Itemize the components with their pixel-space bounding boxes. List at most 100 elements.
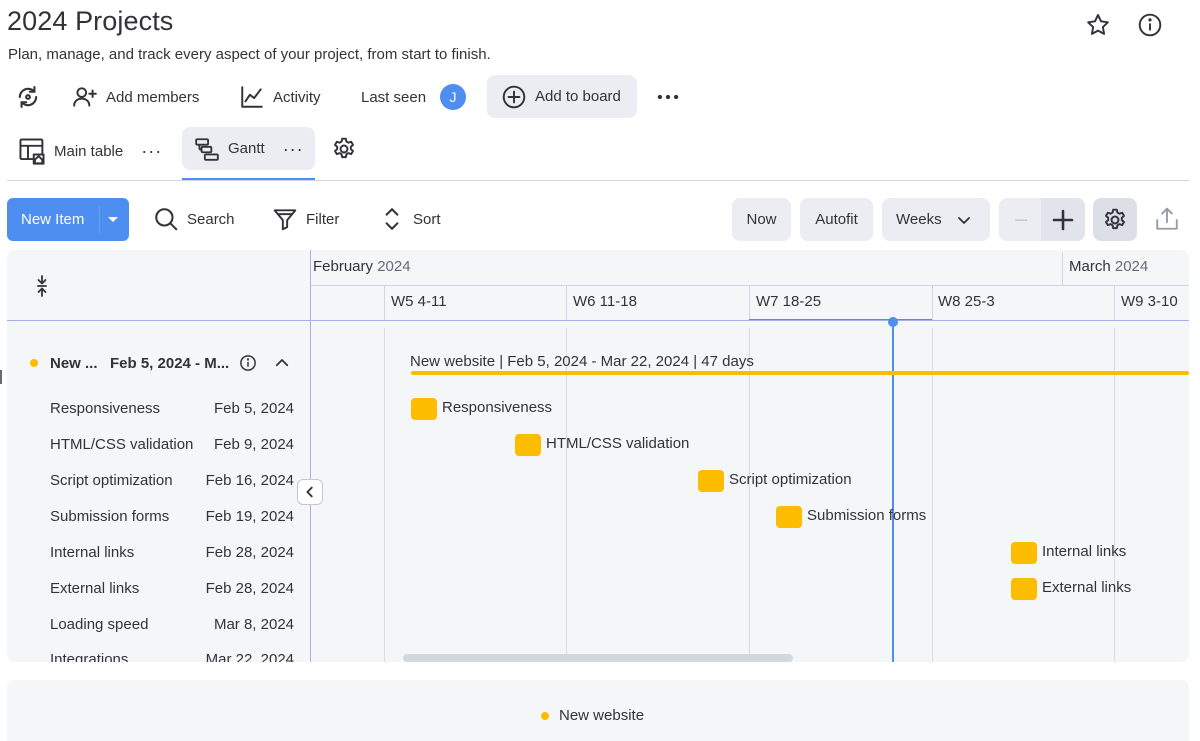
milestone-bar[interactable] [776,506,802,528]
tabs-divider [7,180,1189,181]
task-date: Feb 16, 2024 [205,472,294,489]
info-icon[interactable] [239,354,257,372]
bar-label: External links [1042,579,1132,596]
group-summary-label: New website | Feb 5, 2024 - Mar 22, 2024… [410,353,754,370]
gear-icon[interactable] [331,136,357,162]
tab-gantt-menu-icon[interactable]: ··· [283,140,304,158]
grid-line [1114,328,1115,662]
table-home-icon [18,136,46,166]
time-scale-dropdown[interactable]: Weeks [882,198,990,241]
sort-button[interactable]: Sort [379,199,441,239]
tab-main-table[interactable]: Main table ··· [18,131,162,171]
zoom-controls: – [999,198,1085,241]
group-name: New ... [50,354,98,372]
task-name[interactable]: HTML/CSS validation [50,436,193,453]
tab-gantt[interactable]: Gantt ··· [182,127,315,170]
autofit-button[interactable]: Autofit [800,198,873,241]
milestone-bar[interactable] [515,434,541,456]
sort-label: Sort [413,210,441,228]
caret-down-icon[interactable] [105,210,121,228]
milestone-bar[interactable] [1011,542,1037,564]
gantt-header-divider [7,320,1189,321]
collapse-rows-icon[interactable] [30,274,54,298]
week-label: W6 11-18 [573,293,637,310]
milestone-bar[interactable] [411,398,437,420]
new-item-button[interactable]: New Item [7,198,129,241]
legend-label: New website [559,707,645,724]
week-label-current: W7 18-25 [756,293,822,310]
task-date: Feb 28, 2024 [205,580,294,597]
info-icon[interactable] [1137,12,1163,38]
page-title: 2024 Projects [7,6,174,36]
zoom-in-button[interactable] [1041,198,1085,241]
zoom-out-button[interactable]: – [1011,208,1031,230]
page-subtitle: Plan, manage, and track every aspect of … [8,46,491,63]
task-name[interactable]: Integrations [50,651,128,662]
add-to-board-button[interactable]: Add to board [487,75,637,118]
group-bar[interactable] [411,371,1189,375]
task-date: Mar 8, 2024 [213,616,294,633]
week-divider [1114,286,1115,320]
group-header[interactable]: New ... Feb 5, 2024 - M... [30,352,291,374]
task-date: Feb 19, 2024 [205,508,294,525]
horizontal-scrollbar[interactable] [403,654,793,662]
month-label-february: February 2024 [313,258,411,275]
task-name[interactable]: Script optimization [50,472,173,489]
bar-label: HTML/CSS validation [546,435,690,452]
month-divider [1062,252,1063,285]
bar-label: Internal links [1042,543,1127,560]
tab-main-table-menu-icon[interactable]: ··· [141,142,162,160]
more-options-icon[interactable] [655,84,681,110]
time-scale-value: Weeks [896,211,942,228]
activity-button[interactable]: Activity [239,77,321,117]
chevron-up-icon[interactable] [273,354,291,372]
now-button[interactable]: Now [732,198,791,241]
chevron-down-icon [956,212,972,228]
export-icon[interactable] [1154,206,1180,232]
task-name[interactable]: External links [50,580,139,597]
last-seen-label: Last seen [361,88,427,106]
gantt-settings-button[interactable] [1093,198,1137,241]
add-members-button[interactable]: Add members [72,77,199,117]
tab-main-table-label: Main table [54,142,124,160]
add-to-board-label: Add to board [535,88,621,105]
filter-label: Filter [306,210,340,228]
week-label: W5 4-11 [391,293,447,310]
week-label: W8 25-3 [938,293,995,310]
task-name[interactable]: Responsiveness [50,400,160,417]
task-name[interactable]: Submission forms [50,508,169,525]
task-name[interactable]: Loading speed [50,616,148,633]
bar-label: Script optimization [729,471,852,488]
search-button[interactable]: Search [153,199,235,239]
task-date: Feb 28, 2024 [205,544,294,561]
week-divider [384,286,385,320]
task-name[interactable]: Internal links [50,544,134,561]
month-label-march: March 2024 [1069,258,1149,275]
last-seen-button[interactable]: Last seen J [361,77,467,117]
week-divider [932,286,933,320]
bar-label: Responsiveness [442,399,553,416]
sync-icon[interactable] [14,83,42,111]
gantt-chart [7,250,1189,662]
tab-gantt-label: Gantt [228,140,265,157]
collapse-pane-button[interactable] [297,479,323,505]
edge-marker [0,370,2,384]
group-color-dot [30,359,38,367]
filter-button[interactable]: Filter [272,199,339,239]
grid-line [384,328,385,662]
search-icon [153,206,179,232]
new-item-label: New Item [21,211,85,228]
grid-line [932,328,933,662]
milestone-bar[interactable] [1011,578,1037,600]
filter-icon [272,206,298,232]
task-date: Feb 5, 2024 [213,400,294,417]
avatar: J [440,84,467,110]
split-divider [99,206,100,233]
group-date-range: Feb 5, 2024 - M... [110,354,230,372]
today-marker [888,317,898,327]
search-label: Search [187,210,235,228]
milestone-bar[interactable] [698,470,724,492]
gantt-pane-divider[interactable] [310,250,311,662]
star-icon[interactable] [1085,12,1111,38]
chevron-left-icon [303,485,317,499]
